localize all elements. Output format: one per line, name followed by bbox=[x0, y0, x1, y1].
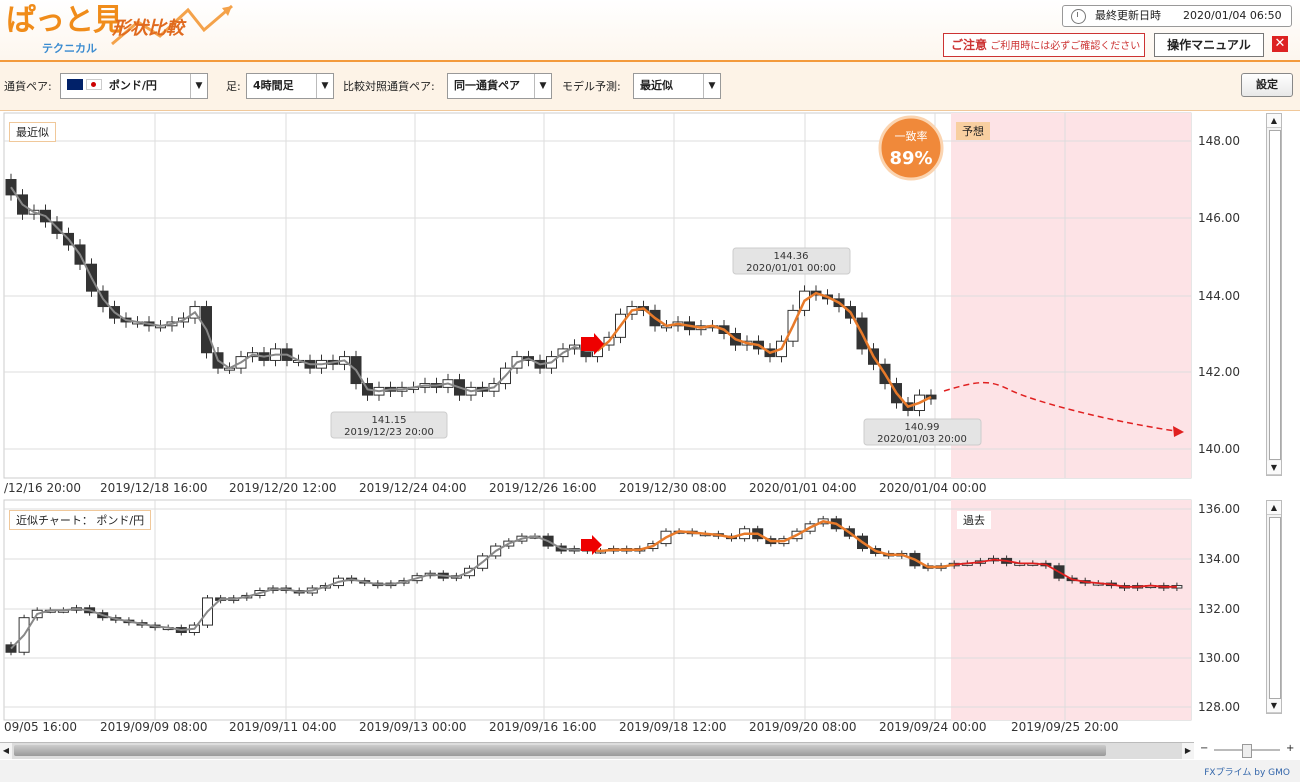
top-y-tick: 148.00 bbox=[1198, 134, 1240, 148]
top-x-tick: 2020/01/01 04:00 bbox=[749, 481, 857, 495]
scroll-left-icon[interactable]: ◀ bbox=[0, 743, 12, 759]
top-y-tick: 140.00 bbox=[1198, 442, 1240, 456]
bottom-x-tick: 2019/09/24 00:00 bbox=[879, 720, 987, 734]
bottom-x-tick: 2019/09/25 20:00 bbox=[1011, 720, 1119, 734]
callout-low: 141.15 2019/12/23 20:00 bbox=[330, 411, 448, 439]
charts-canvas: 148.00 146.00 144.00 142.00 140.00 /12/16 20… bbox=[3, 112, 1240, 734]
zoom-handle[interactable] bbox=[1242, 744, 1252, 758]
top-scroll-thumb[interactable] bbox=[1269, 130, 1281, 460]
bottom-vertical-scrollbar[interactable]: ▲ ▼ bbox=[1266, 500, 1282, 714]
match-rate-badge: 一致率 89% bbox=[878, 115, 944, 181]
top-x-tick: /12/16 20:00 bbox=[4, 481, 81, 495]
bottom-x-tick: 2019/09/13 00:00 bbox=[359, 720, 467, 734]
scroll-up-icon[interactable]: ▲ bbox=[1267, 114, 1281, 128]
bottom-x-tick: 2019/09/09 08:00 bbox=[100, 720, 208, 734]
zoom-out-icon[interactable]: − bbox=[1200, 743, 1208, 754]
scroll-right-icon[interactable]: ▶ bbox=[1182, 743, 1194, 759]
callout-high: 144.36 2020/01/01 00:00 bbox=[732, 247, 851, 275]
top-x-tick: 2020/01/04 00:00 bbox=[879, 481, 987, 495]
bottom-y-tick: 136.00 bbox=[1198, 502, 1240, 516]
footer-brand: FXプライム by GMO bbox=[1204, 768, 1290, 778]
bottom-x-tick: 2019/09/18 12:00 bbox=[619, 720, 727, 734]
svg-text:141.15: 141.15 bbox=[372, 415, 407, 426]
bottom-y-tick: 128.00 bbox=[1198, 700, 1240, 714]
bottom-x-tick: 09/05 16:00 bbox=[4, 720, 77, 734]
bottom-y-axis: 136.00 134.00 132.00 130.00 128.00 bbox=[1198, 502, 1240, 714]
top-chart-tag: 最近似 bbox=[9, 122, 56, 142]
zoom-in-icon[interactable]: + bbox=[1286, 743, 1294, 754]
bottom-y-tick: 132.00 bbox=[1198, 602, 1240, 616]
svg-text:2020/01/01 00:00: 2020/01/01 00:00 bbox=[746, 263, 836, 274]
bottom-y-tick: 134.00 bbox=[1198, 552, 1240, 566]
horizontal-scrollbar[interactable]: ◀ ▶ bbox=[0, 742, 1194, 759]
scroll-down-icon[interactable]: ▼ bbox=[1267, 699, 1281, 713]
bottom-scroll-thumb[interactable] bbox=[1269, 517, 1281, 699]
scroll-up-icon[interactable]: ▲ bbox=[1267, 501, 1281, 515]
top-y-axis: 148.00 146.00 144.00 142.00 140.00 bbox=[1198, 134, 1240, 456]
svg-text:89%: 89% bbox=[889, 148, 932, 169]
top-x-tick: 2019/12/30 08:00 bbox=[619, 481, 727, 495]
callout-last: 140.99 2020/01/03 20:00 bbox=[863, 418, 982, 446]
top-x-tick: 2019/12/20 12:00 bbox=[229, 481, 337, 495]
footer: FXプライム by GMO bbox=[0, 760, 1300, 782]
bottom-y-tick: 130.00 bbox=[1198, 651, 1240, 665]
top-vertical-scrollbar[interactable]: ▲ ▼ bbox=[1266, 113, 1282, 476]
top-x-tick: 2019/12/26 16:00 bbox=[489, 481, 597, 495]
bottom-x-tick: 2019/09/20 08:00 bbox=[749, 720, 857, 734]
forecast-tag: 予想 bbox=[956, 122, 990, 140]
top-y-tick: 142.00 bbox=[1198, 365, 1240, 379]
past-zone bbox=[951, 500, 1191, 720]
horizontal-scroll-thumb[interactable] bbox=[14, 745, 1106, 756]
svg-text:一致率: 一致率 bbox=[895, 129, 928, 143]
past-tag: 過去 bbox=[956, 510, 992, 530]
bottom-x-tick: 2019/09/11 04:00 bbox=[229, 720, 337, 734]
top-y-tick: 146.00 bbox=[1198, 211, 1240, 225]
bottom-chart-tag: 近似チャート： ポンド/円 bbox=[9, 510, 152, 530]
svg-text:140.99: 140.99 bbox=[905, 422, 940, 433]
top-x-tick: 2019/12/24 04:00 bbox=[359, 481, 467, 495]
zoom-control[interactable]: − + bbox=[1196, 742, 1300, 758]
bottom-x-tick: 2019/09/16 16:00 bbox=[489, 720, 597, 734]
svg-text:2020/01/03 20:00: 2020/01/03 20:00 bbox=[877, 434, 967, 445]
bottom-x-axis: 09/05 16:00 2019/09/09 08:00 2019/09/11 04… bbox=[4, 720, 1119, 734]
top-y-tick: 144.00 bbox=[1198, 289, 1240, 303]
top-x-axis: /12/16 20:00 2019/12/18 16:00 2019/12/20 1… bbox=[4, 481, 987, 495]
scroll-down-icon[interactable]: ▼ bbox=[1267, 461, 1281, 475]
svg-text:144.36: 144.36 bbox=[774, 251, 809, 262]
svg-text:2019/12/23 20:00: 2019/12/23 20:00 bbox=[344, 427, 434, 438]
top-x-tick: 2019/12/18 16:00 bbox=[100, 481, 208, 495]
